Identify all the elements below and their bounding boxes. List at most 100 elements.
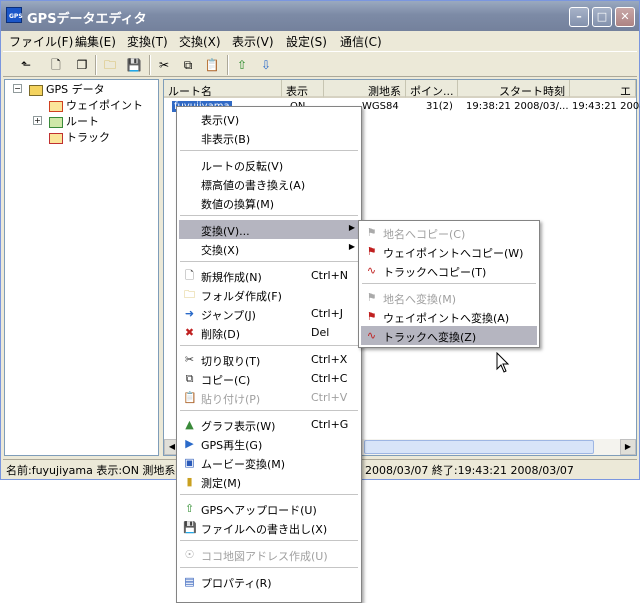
column-header-display[interactable]: 表示 — [282, 80, 324, 98]
menu-item-25[interactable]: 💾 ファイルへの書き出し(X) — [179, 518, 359, 537]
menu-item-12[interactable]: ➜ ジャンプ(J) Ctrl+J — [179, 304, 359, 323]
tree-item-label: ルート — [66, 115, 99, 128]
tree-item-waypoint[interactable]: ウェイポイント — [49, 97, 143, 113]
close-icon: ✕ — [620, 10, 630, 23]
column-header-points[interactable]: ポイン... — [406, 80, 458, 98]
column-header-datum[interactable]: 測地系 — [324, 80, 406, 98]
menu-item-label: ジャンプ(J) — [201, 309, 256, 322]
context-menu: 表示(V) 非表示(B) ルートの反転(V) 標高値の書き換え(A) 数値の換算(M) 変… — [176, 106, 362, 603]
menu-item-2[interactable]: ∿ トラックへコピー(T) — [361, 261, 537, 280]
tree-root[interactable]: GPS データ — [29, 81, 105, 97]
menu-settings[interactable]: 設定(S) — [286, 33, 327, 50]
paste-icon[interactable]: 📋 — [203, 56, 221, 74]
copy-icon[interactable]: ⧉ — [179, 56, 197, 74]
title-bar[interactable]: GPS GPSデータエディタ – □ ✕ — [1, 1, 639, 31]
menu-item-7[interactable]: 変換(V)... ▶ — [179, 220, 359, 239]
menu-item-label: 貼り付け(P) — [201, 393, 261, 406]
tree-expand-toggle[interactable]: + — [33, 116, 42, 125]
track-copy-icon: ∿ — [366, 264, 377, 277]
scroll-thumb[interactable] — [364, 440, 594, 454]
column-header-name[interactable]: ルート名 — [164, 80, 282, 98]
menu-item-shortcut: Ctrl+C — [311, 372, 348, 385]
menu-item-shortcut: Ctrl+N — [311, 269, 349, 282]
row-end: 19:43:21 2008/03/ — [572, 101, 640, 112]
menu-item-4[interactable]: 標高値の書き換え(A) — [179, 174, 359, 193]
menu-file[interactable]: ファイル(F) — [9, 33, 73, 50]
menu-item-label: ココ地図アドレス作成(U) — [201, 550, 328, 563]
download-icon[interactable]: ⇩ — [257, 56, 275, 74]
menu-item-shortcut: Ctrl+J — [311, 307, 344, 320]
menu-item-3[interactable]: ルートの反転(V) — [179, 155, 359, 174]
menu-item-24[interactable]: ⇧ GPSへアップロード(U) — [179, 499, 359, 518]
upload-icon[interactable]: ⇧ — [233, 56, 251, 74]
track-icon — [49, 132, 63, 144]
menu-item-label: 測定(M) — [201, 477, 242, 490]
menu-separator — [180, 540, 358, 541]
tree-collapse-toggle[interactable]: − — [13, 84, 22, 93]
menu-item-17: 📋 貼り付け(P) Ctrl+V — [179, 388, 359, 407]
paste-icon: 📋 — [183, 391, 197, 404]
menu-item-5[interactable]: 数値の換算(M) — [179, 193, 359, 212]
menu-exchange[interactable]: 交換(X) — [179, 33, 221, 50]
tree-item-route[interactable]: ルート — [49, 113, 99, 129]
tree-panel: − GPS データ ウェイポイント + ルート トラック — [4, 79, 159, 456]
place-copy-icon: ⚑ — [366, 226, 377, 239]
menu-item-label: GPS再生(G) — [201, 439, 263, 452]
menu-item-label: 数値の換算(M) — [201, 198, 275, 211]
waypoint-icon — [49, 100, 63, 112]
status-left: 名前:fuyujiyama 表示:ON 測地系:W — [6, 464, 191, 477]
menu-view[interactable]: 表示(V) — [232, 33, 274, 50]
row-datum: WGS84 — [362, 101, 399, 112]
tree-item-label: トラック — [66, 131, 110, 144]
up-folder-icon[interactable]: ⬑ — [17, 56, 35, 74]
menu-item-19[interactable]: ▲ グラフ表示(W) Ctrl+G — [179, 415, 359, 434]
menu-item-6[interactable]: ∿ トラックへ変換(Z) — [361, 326, 537, 345]
menu-item-1[interactable]: ⚑ ウェイポイントへコピー(W) — [361, 242, 537, 261]
map-address-icon: ☉ — [184, 548, 195, 561]
place-convert-icon: ⚑ — [366, 291, 377, 304]
toolbar: ⬑ 🗋 ❐ 🗀 💾 ✂ ⧉ 📋 ⇧ ⇩ — [3, 51, 637, 77]
menu-item-29[interactable]: ▤ プロパティ(R) — [179, 572, 359, 591]
menu-item-label: 非表示(B) — [201, 133, 251, 146]
folder-icon — [29, 84, 43, 96]
app-icon-text: GPS — [9, 13, 23, 20]
menu-bar: ファイル(F) 編集(E) 変換(T) 交換(X) 表示(V) 設定(S) 通信… — [1, 31, 639, 49]
menu-item-1[interactable]: 非表示(B) — [179, 128, 359, 147]
save-icon[interactable]: 💾 — [125, 56, 143, 74]
column-header-end[interactable]: エ — [570, 80, 636, 98]
menu-comm[interactable]: 通信(C) — [340, 33, 382, 50]
menu-item-22[interactable]: ▮ 測定(M) — [179, 472, 359, 491]
delete-icon: ✖ — [184, 326, 195, 339]
menu-item-label: ファイルへの書き出し(X) — [201, 523, 328, 536]
menu-edit[interactable]: 編集(E) — [75, 33, 116, 50]
new-file-icon[interactable]: 🗋 — [47, 56, 65, 74]
minimize-button[interactable]: – — [569, 7, 589, 27]
menu-item-15[interactable]: ✂ 切り取り(T) Ctrl+X — [179, 350, 359, 369]
tree-item-track[interactable]: トラック — [49, 129, 110, 145]
open-folder-icon[interactable]: 🗀 — [101, 56, 119, 74]
app-icon: GPS — [6, 7, 23, 23]
menu-item-13[interactable]: ✖ 削除(D) Del — [179, 323, 359, 342]
column-header-start[interactable]: スタート時刻 — [458, 80, 570, 98]
close-button[interactable]: ✕ — [615, 7, 635, 27]
maximize-button[interactable]: □ — [592, 7, 612, 27]
scroll-right-icon[interactable]: ▶ — [620, 439, 636, 455]
copy-file-icon[interactable]: ❐ — [73, 56, 91, 74]
menu-item-0: ⚑ 地名へコピー(C) — [361, 223, 537, 242]
menu-item-label: 新規作成(N) — [201, 271, 262, 284]
menu-separator — [180, 494, 358, 495]
menu-separator — [180, 345, 358, 346]
menu-item-0[interactable]: 表示(V) — [179, 109, 359, 128]
cut-icon[interactable]: ✂ — [155, 56, 173, 74]
menu-item-10[interactable]: 🗋 新規作成(N) Ctrl+N — [179, 266, 359, 285]
menu-item-27: ☉ ココ地図アドレス作成(U) — [179, 545, 359, 564]
waypoint-copy-icon: ⚑ — [366, 245, 377, 258]
menu-item-20[interactable]: ▶ GPS再生(G) — [179, 434, 359, 453]
menu-separator — [180, 567, 358, 568]
menu-item-8[interactable]: 交換(X) ▶ — [179, 239, 359, 258]
menu-item-16[interactable]: ⧉ コピー(C) Ctrl+C — [179, 369, 359, 388]
menu-item-5[interactable]: ⚑ ウェイポイントへ変換(A) — [361, 307, 537, 326]
menu-item-21[interactable]: ▣ ムービー変換(M) — [179, 453, 359, 472]
menu-convert[interactable]: 変換(T) — [127, 33, 168, 50]
menu-item-11[interactable]: 🗀 フォルダ作成(F) — [179, 285, 359, 304]
